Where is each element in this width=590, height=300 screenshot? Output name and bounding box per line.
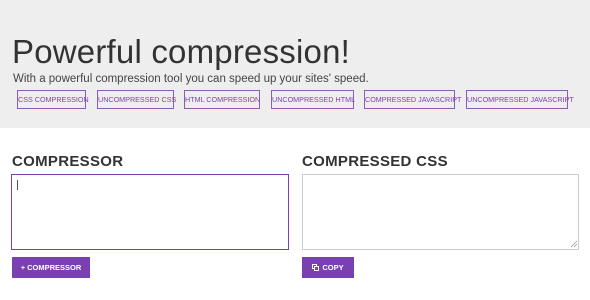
compress-button-label: COMPRESSOR bbox=[27, 263, 82, 272]
page-title: Powerful compression! bbox=[12, 33, 351, 70]
nav-link-css-compression[interactable]: CSS COMPRESSION bbox=[17, 90, 89, 109]
hero-banner: Powerful compression! With a powerful co… bbox=[0, 0, 590, 128]
nav-link-compressed-javascript[interactable]: COMPRESSED JAVASCRIPT bbox=[364, 90, 461, 109]
nav-link-uncompressed-javascript[interactable]: UNCOMPRESSED JAVASCRIPT bbox=[466, 90, 574, 109]
resize-grip-icon[interactable] bbox=[570, 240, 578, 248]
copy-button-label: COPY bbox=[322, 263, 344, 272]
nav-link-uncompressed-html[interactable]: UNCOMPRESSED HTML bbox=[271, 90, 355, 109]
compressed-css-panel-title: COMPRESSED CSS bbox=[302, 153, 448, 170]
compressor-panel-title: COMPRESSOR bbox=[12, 153, 124, 170]
copy-icon bbox=[312, 264, 320, 271]
nav-link-html-compression[interactable]: HTML COMPRESSION bbox=[184, 90, 260, 109]
text-caret bbox=[17, 180, 18, 190]
compress-button[interactable]: + COMPRESSOR bbox=[12, 257, 90, 278]
nav-link-uncompressed-css[interactable]: UNCOMPRESSED CSS bbox=[97, 90, 176, 109]
compressor-input[interactable] bbox=[11, 174, 289, 250]
compressed-css-output[interactable] bbox=[302, 174, 579, 250]
copy-button[interactable]: COPY bbox=[302, 257, 354, 278]
plus-icon: + bbox=[20, 263, 26, 272]
page-subtitle: With a powerful compression tool you can… bbox=[13, 73, 369, 85]
